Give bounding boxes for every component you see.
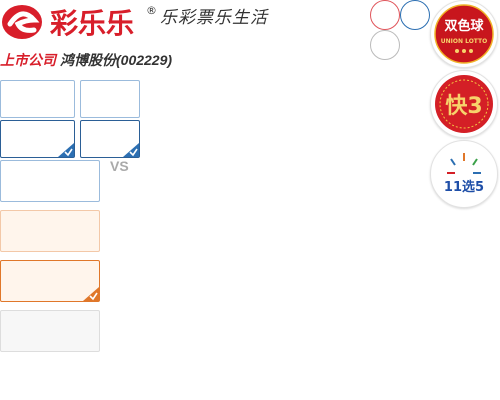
company-name: 鸿博股份(002229): [60, 52, 173, 68]
blue-ball-option[interactable]: [400, 0, 430, 30]
11x5-name: 11选5: [444, 179, 484, 195]
logo-text: 彩乐乐: [50, 7, 134, 40]
red-ball-option[interactable]: [370, 0, 400, 30]
option-box-4-selected[interactable]: [80, 120, 140, 158]
selected-check-icon: [123, 143, 139, 157]
option-box-1[interactable]: [0, 80, 75, 118]
team-box[interactable]: [0, 160, 100, 202]
registered-mark: ®: [146, 4, 157, 17]
11x5-icon[interactable]: 11选5: [430, 140, 498, 208]
selected-check-icon: [58, 143, 74, 157]
orange-option-box[interactable]: [0, 210, 100, 252]
ssq-sub: UNION LOTTO: [441, 38, 487, 45]
double-color-ball-icon[interactable]: 双色球 UNION LOTTO: [430, 0, 498, 68]
company-line: 上市公司 鸿博股份(002229): [0, 50, 172, 70]
option-box-2[interactable]: [80, 80, 140, 118]
ssq-name: 双色球: [444, 18, 484, 34]
brand-logo[interactable]: 彩乐乐 ®: [0, 0, 160, 46]
orange-option-box-selected[interactable]: [0, 260, 100, 302]
selected-check-icon: [83, 287, 99, 301]
disabled-option-box: [0, 310, 100, 352]
kuai3-icon[interactable]: 快3: [430, 70, 498, 138]
gray-ball-option[interactable]: [370, 30, 400, 60]
option-box-3-selected[interactable]: [0, 120, 75, 158]
listed-company-tag: 上市公司: [0, 52, 56, 68]
vs-label: VS: [110, 158, 129, 174]
slogan: 乐彩票乐生活: [160, 8, 268, 28]
k3-name: 快3: [445, 94, 482, 119]
